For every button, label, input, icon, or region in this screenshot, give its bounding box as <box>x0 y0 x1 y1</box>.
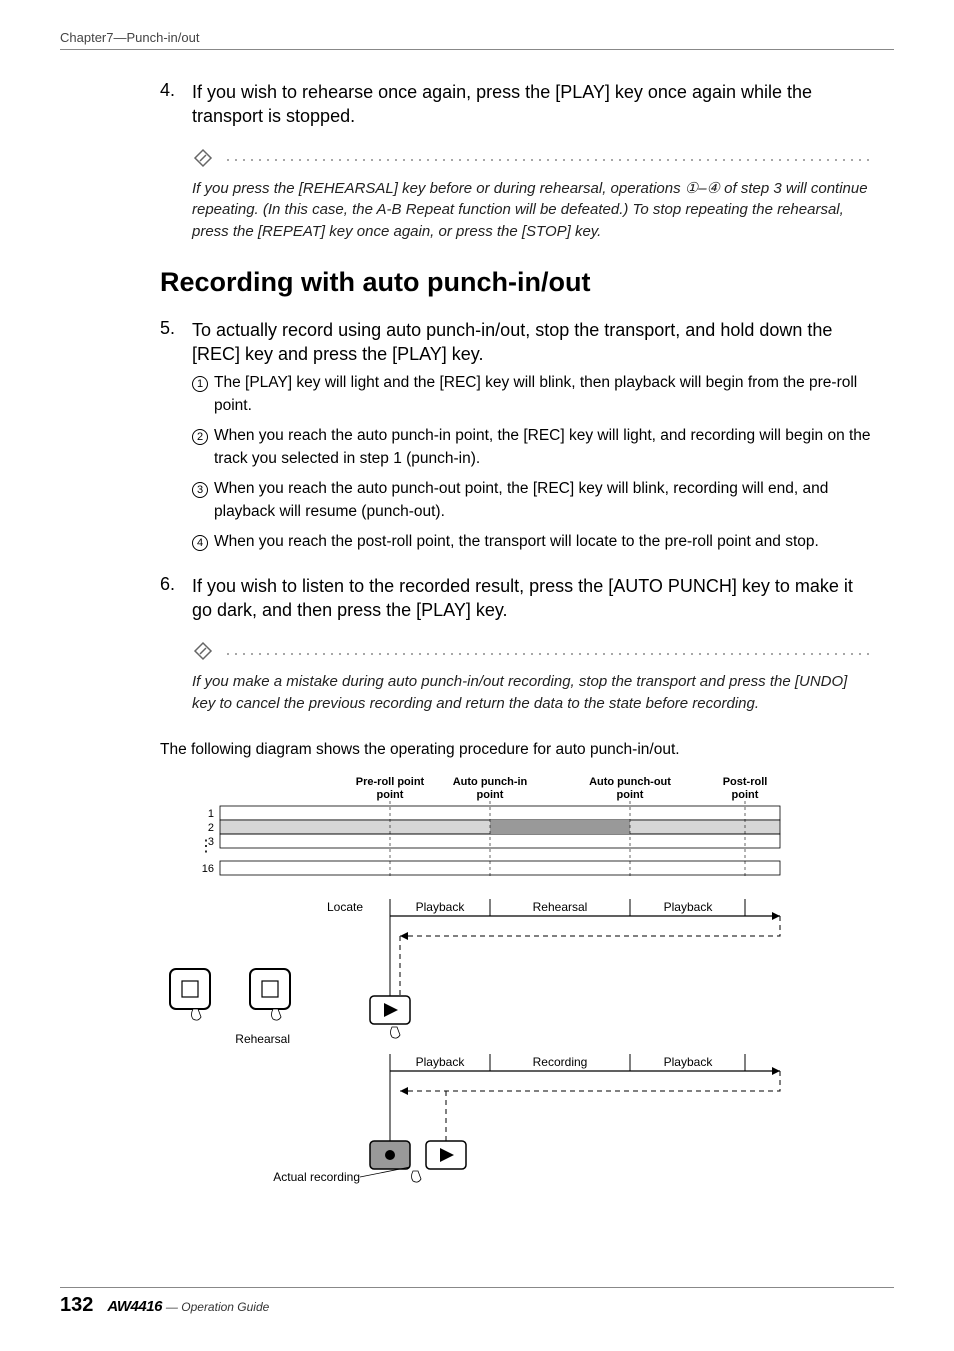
rehearsal-button-label: Rehearsal <box>235 1032 290 1046</box>
track-grid: ⋮ 1 2 3 16 <box>198 801 780 879</box>
step-5-num: 5. <box>160 318 192 562</box>
svg-text:Playback: Playback <box>664 1055 714 1069</box>
page-number: 132 <box>60 1294 93 1317</box>
circled-3-icon: 3 <box>192 482 208 498</box>
svg-text:point: point <box>377 789 404 801</box>
punchin-label: Auto punch-in <box>453 776 528 788</box>
svg-text:Recording: Recording <box>533 1055 588 1069</box>
svg-text:3: 3 <box>208 836 214 848</box>
step-5-head: To actually record using auto punch-in/o… <box>192 318 874 367</box>
svg-text:2: 2 <box>208 822 214 834</box>
note-1-text: If you press the [REHEARSAL] key before … <box>192 178 874 243</box>
page-footer: 132 AW4416 — Operation Guide <box>60 1287 894 1317</box>
chapter-header: Chapter7—Punch-in/out <box>60 30 894 49</box>
actual-recording-label: Actual recording <box>273 1170 360 1184</box>
product-logo: AW4416 <box>107 1298 162 1315</box>
step-5-item-1: 1 The [PLAY] key will light and the [REC… <box>192 372 874 417</box>
section-title: Recording with auto punch-in/out <box>160 267 874 298</box>
svg-text:Playback: Playback <box>416 1055 466 1069</box>
auto-punch-button-icon <box>170 969 210 1020</box>
step-4-head: If you wish to rehearse once again, pres… <box>192 80 874 129</box>
step-5-item-3-text: When you reach the auto punch-out point,… <box>214 478 874 523</box>
svg-text:point: point <box>732 789 759 801</box>
svg-text:Locate: Locate <box>327 900 363 914</box>
postroll-label: Post-roll <box>723 776 768 788</box>
circled-4-icon: 4 <box>192 535 208 551</box>
operation-guide-label: — Operation Guide <box>166 1300 269 1314</box>
step-5-item-4: 4 When you reach the post-roll point, th… <box>192 531 874 553</box>
preroll-label: Pre-roll point <box>356 776 425 788</box>
svg-text:Playback: Playback <box>664 900 714 914</box>
svg-text:1: 1 <box>208 808 214 820</box>
punchout-label: Auto punch-out <box>589 776 671 788</box>
svg-text:point: point <box>477 789 504 801</box>
circled-2-icon: 2 <box>192 429 208 445</box>
svg-text:Playback: Playback <box>416 900 466 914</box>
pencil-icon <box>192 147 214 174</box>
dotted-rule <box>222 159 874 161</box>
circled-1-icon: 1 <box>192 376 208 392</box>
step-5-item-3: 3 When you reach the auto punch-out poin… <box>192 478 874 523</box>
step-4-num: 4. <box>160 80 192 135</box>
step-5: 5. To actually record using auto punch-i… <box>160 318 874 562</box>
note-2: If you make a mistake during auto punch-… <box>192 640 874 715</box>
pencil-icon <box>192 640 214 667</box>
rehearsal-button-icon <box>250 969 290 1020</box>
step-4: 4. If you wish to rehearse once again, p… <box>160 80 874 135</box>
svg-text:point: point <box>617 789 644 801</box>
step-6-num: 6. <box>160 574 192 629</box>
step-5-item-2-text: When you reach the auto punch-in point, … <box>214 425 874 470</box>
recording-row: Playback Recording Playback <box>390 1054 780 1141</box>
step-5-item-4-text: When you reach the post-roll point, the … <box>214 531 819 553</box>
svg-text:Rehearsal: Rehearsal <box>533 900 588 914</box>
play-button-icon <box>412 1141 467 1182</box>
dotted-rule <box>222 653 874 655</box>
rehearsal-row: Locate Playback Rehearsal Playback <box>327 899 780 996</box>
step-6-head: If you wish to listen to the recorded re… <box>192 574 874 623</box>
note-2-text: If you make a mistake during auto punch-… <box>192 671 874 715</box>
diagram-intro: The following diagram shows the operatin… <box>160 739 874 761</box>
step-5-item-1-text: The [PLAY] key will light and the [REC] … <box>214 372 874 417</box>
step-5-item-2: 2 When you reach the auto punch-in point… <box>192 425 874 470</box>
header-rule <box>60 49 894 50</box>
punch-diagram: Pre-roll point point Auto punch-in point… <box>160 771 874 1206</box>
rec-button-icon <box>370 1141 410 1169</box>
step-6: 6. If you wish to listen to the recorded… <box>160 574 874 629</box>
svg-text:16: 16 <box>202 863 214 875</box>
play-button-icon <box>370 996 410 1038</box>
note-1: If you press the [REHEARSAL] key before … <box>192 147 874 243</box>
